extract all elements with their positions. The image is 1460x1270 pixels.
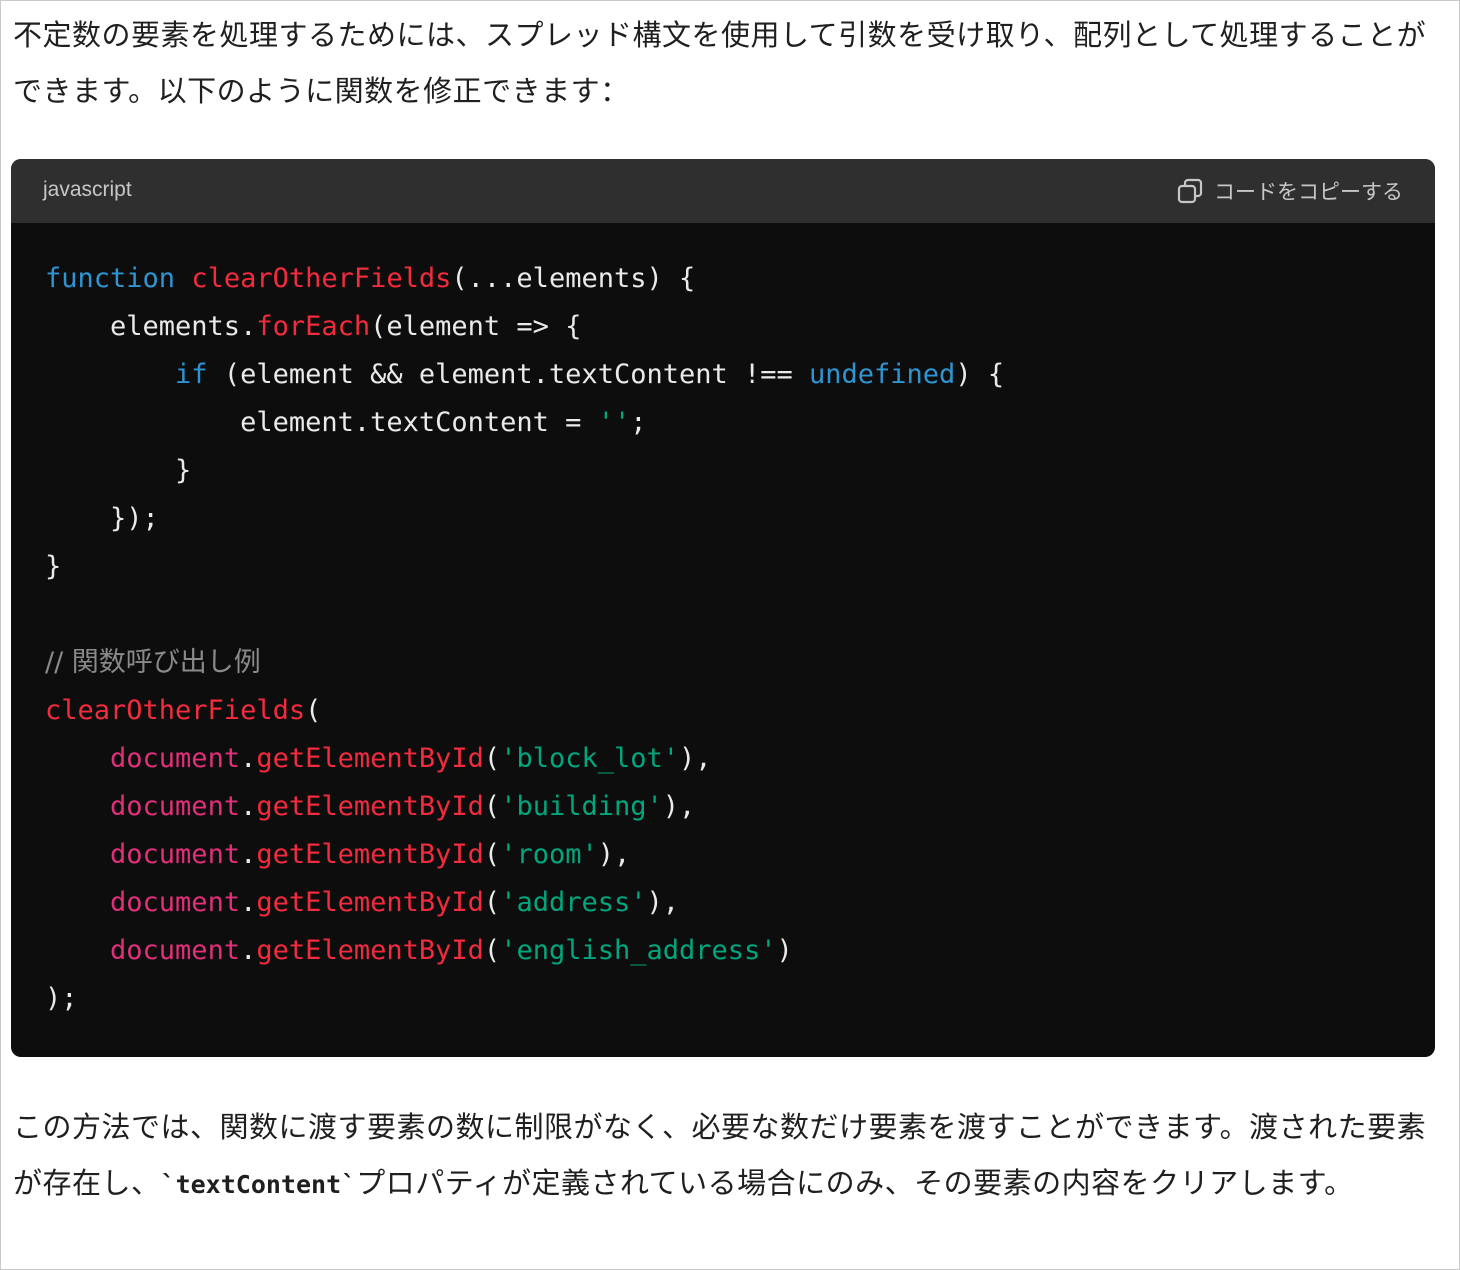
code-function: getElementById (256, 839, 484, 870)
code-text: ( (483, 743, 501, 774)
code-string: 'english_address' (500, 935, 777, 966)
code-line: element.textContent = ''; (45, 399, 1415, 447)
code-function: clearOtherFields (45, 695, 306, 726)
code-function: forEach (256, 311, 371, 342)
code-text: ( (483, 839, 501, 870)
code-string: 'address' (500, 887, 647, 918)
code-text: elements. (45, 311, 257, 342)
code-object: document (110, 791, 241, 822)
inline-code-textcontent: `textContent` (160, 1170, 357, 1199)
code-line: clearOtherFields( (45, 687, 1415, 735)
code-line: elements.forEach(element => { (45, 303, 1415, 351)
code-keyword: undefined (809, 359, 956, 390)
code-block: javascript コードをコピーする function clearOther… (11, 159, 1435, 1057)
code-function: getElementById (256, 887, 484, 918)
intro-paragraph: 不定数の要素を処理するためには、スプレッド構文を使用して引数を受け取り、配列とし… (13, 18, 1427, 108)
code-text: ) { (955, 359, 1005, 390)
code-text: element.textContent = (45, 407, 598, 438)
code-line: document.getElementById('block_lot'), (45, 735, 1415, 783)
chat-page: { "intro_text": "不定数の要素を処理するためには、スプレッド構文… (0, 0, 1460, 1270)
code-line: document.getElementById('address'), (45, 879, 1415, 927)
code-text: . (240, 743, 257, 774)
code-line: ); (45, 975, 1415, 1023)
code-text: } (45, 551, 62, 582)
code-line: } (45, 543, 1415, 591)
code-language-label: javascript (43, 178, 132, 201)
code-object: document (110, 887, 241, 918)
code-text: ), (679, 743, 712, 774)
outro-text-part2: プロパティが定義されている場合にのみ、その要素の内容をクリアします。 (356, 1166, 1354, 1200)
code-text: (element => { (370, 311, 582, 342)
code-text: (...elements) { (451, 263, 696, 294)
code-text: ( (483, 935, 501, 966)
code-line: }); (45, 495, 1415, 543)
code-text: ( (305, 695, 322, 726)
code-line: document.getElementById('english_address… (45, 927, 1415, 975)
code-text: } (45, 455, 192, 486)
code-header: javascript コードをコピーする (11, 159, 1435, 223)
code-text: ); (45, 983, 78, 1014)
code-line: if (element && element.textContent !== u… (45, 351, 1415, 399)
outro-paragraph: この方法では、関数に渡す要素の数に制限がなく、必要な数だけ要素を渡すことができま… (13, 1099, 1433, 1213)
code-string: '' (597, 407, 631, 438)
code-line: document.getElementById('room'), (45, 831, 1415, 879)
code-string: 'block_lot' (500, 743, 679, 774)
code-content: function clearOtherFields(...elements) {… (45, 255, 1415, 1023)
code-text: ), (646, 887, 680, 918)
code-line: function clearOtherFields(...elements) { (45, 255, 1415, 303)
code-function: getElementById (256, 935, 484, 966)
code-object: document (110, 743, 241, 774)
code-text: . (240, 791, 257, 822)
code-line: // 関数呼び出し例 (45, 639, 1415, 687)
code-text: }); (45, 503, 159, 534)
code-comment: // 関数呼び出し例 (45, 647, 261, 678)
code-text: . (240, 839, 257, 870)
code-object: document (110, 935, 241, 966)
code-line: } (45, 447, 1415, 495)
code-function: getElementById (256, 791, 484, 822)
copy-code-button[interactable]: コードをコピーする (1176, 175, 1403, 207)
code-text: . (240, 887, 257, 918)
code-text: ; (630, 407, 647, 438)
code-keyword: if (175, 359, 208, 390)
code-line: document.getElementById('building'), (45, 783, 1415, 831)
code-string: 'building' (500, 791, 663, 822)
copy-code-label: コードをコピーする (1214, 180, 1403, 204)
code-text: (element && element.textContent !== (207, 359, 810, 390)
code-text: ), (662, 791, 696, 822)
code-text: ) (776, 935, 793, 966)
code-text: ( (483, 791, 501, 822)
code-text: ( (483, 887, 501, 918)
code-function: clearOtherFields (191, 263, 452, 294)
code-object: document (110, 839, 241, 870)
code-text: ), (597, 839, 631, 870)
code-function: getElementById (256, 743, 484, 774)
copy-icon (1177, 178, 1203, 204)
code-keyword: function (45, 263, 176, 294)
code-text: . (240, 935, 257, 966)
code-string: 'room' (500, 839, 598, 870)
